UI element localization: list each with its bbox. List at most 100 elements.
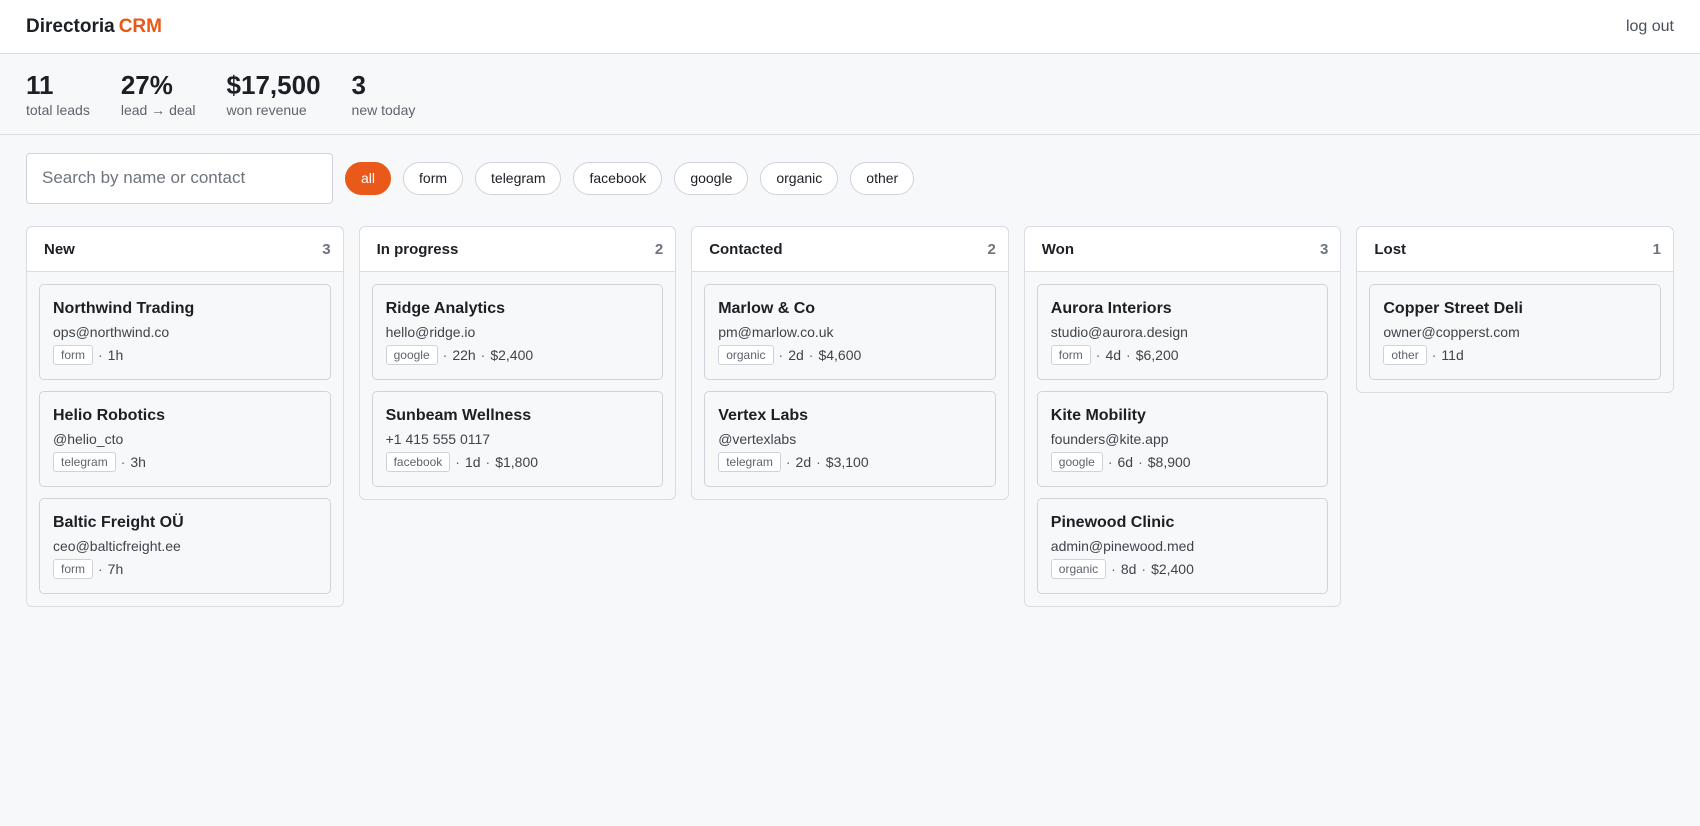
filter-chip-form[interactable]: form bbox=[403, 161, 464, 195]
filter-chip-other[interactable]: other bbox=[850, 161, 915, 195]
source-badge: facebook bbox=[385, 452, 451, 472]
lead-card[interactable]: Aurora Interiors studio@aurora.design form… bbox=[1036, 284, 1329, 380]
stats-bar: 11 total leads 27% lead → deal $17,500 w… bbox=[0, 54, 1700, 135]
lead-name: Sunbeam Wellness bbox=[385, 407, 532, 424]
top-bar: Directoria CRM log out bbox=[0, 0, 1700, 54]
source-badge: organic bbox=[1050, 559, 1107, 579]
column-won: Won 3 Aurora Interiors studio@aurora.design… bbox=[1023, 226, 1342, 607]
lead-card[interactable]: Northwind Trading ops@northwind.co form · 1h bbox=[39, 284, 331, 380]
stat-label: won revenue bbox=[226, 102, 307, 118]
lead-name: Ridge Analytics bbox=[385, 300, 506, 317]
source-badge: form bbox=[53, 345, 93, 365]
lead-contact: @vertexlabs bbox=[718, 431, 797, 447]
lead-age: 1h bbox=[107, 347, 124, 363]
lead-contact: @helio_cto bbox=[53, 431, 124, 447]
filter-chip-google[interactable]: google bbox=[674, 161, 749, 195]
brand-accent: CRM bbox=[118, 15, 162, 37]
stat-value: 27% bbox=[120, 70, 173, 100]
separator-dot: · bbox=[455, 454, 460, 470]
stat-label: new today bbox=[351, 102, 416, 118]
column-header: Lost 1 bbox=[1357, 227, 1673, 272]
source-badge: google bbox=[385, 345, 438, 365]
lead-card[interactable]: Helio Robotics @helio_cto telegram · 3h bbox=[39, 391, 331, 487]
app-logo[interactable]: Directoria CRM bbox=[26, 16, 162, 38]
source-badge: telegram bbox=[53, 452, 116, 472]
card-list: Copper Street Deli owner@copperst.com othe… bbox=[1357, 272, 1673, 380]
stat-total-leads: 11 total leads bbox=[26, 70, 90, 118]
separator-dot: · bbox=[1126, 347, 1131, 363]
lead-card[interactable]: Pinewood Clinic admin@pinewood.med organic… bbox=[1036, 498, 1329, 594]
column-lost: Lost 1 Copper Street Deli owner@copperst.co… bbox=[1356, 226, 1674, 393]
lead-card[interactable]: Copper Street Deli owner@copperst.com othe… bbox=[1369, 284, 1661, 380]
separator-dot: · bbox=[485, 454, 491, 470]
lead-meta: google · 22h · $2,400 bbox=[385, 345, 650, 365]
lead-amount: $3,100 bbox=[825, 454, 869, 470]
source-badge: organic bbox=[718, 345, 774, 365]
lead-card[interactable]: Sunbeam Wellness +1 415 555 0117 facebook ·… bbox=[371, 391, 664, 487]
lead-amount: $4,600 bbox=[818, 347, 862, 363]
source-badge: other bbox=[1383, 345, 1427, 365]
column-count: 1 bbox=[1652, 240, 1661, 258]
lead-contact: ceo@balticfreight.ee bbox=[53, 538, 181, 554]
column-count: 2 bbox=[987, 240, 996, 258]
lead-meta: telegram · 2d · $3,100 bbox=[718, 452, 982, 472]
lead-amount: $2,400 bbox=[490, 347, 534, 363]
lead-contact: owner@copperst.com bbox=[1383, 324, 1520, 340]
lead-contact: admin@pinewood.med bbox=[1050, 538, 1195, 554]
lead-meta: other · 11d bbox=[1383, 345, 1647, 365]
separator-dot: · bbox=[1431, 347, 1437, 363]
separator-dot: · bbox=[120, 454, 126, 470]
lead-contact: studio@aurora.design bbox=[1050, 324, 1188, 340]
lead-card[interactable]: Vertex Labs @vertexlabs telegram · 2d · $3,100 bbox=[704, 391, 996, 487]
separator-dot: · bbox=[1141, 561, 1147, 577]
lead-age: 22h bbox=[452, 347, 476, 363]
column-contacted: Contacted 2 Marlow & Co pm@marlow.co.uk orga… bbox=[691, 226, 1009, 500]
lead-card[interactable]: Baltic Freight OÜ ceo@balticfreight.ee for… bbox=[39, 498, 331, 594]
lead-contact: pm@marlow.co.uk bbox=[718, 324, 834, 340]
lead-amount: $8,900 bbox=[1147, 454, 1191, 470]
column-new: New 3 Northwind Trading ops@northwind.co for… bbox=[26, 226, 344, 607]
lead-amount: $6,200 bbox=[1135, 347, 1179, 363]
lead-age: 6d bbox=[1117, 454, 1134, 470]
lead-contact: founders@kite.app bbox=[1050, 431, 1169, 447]
search-input[interactable] bbox=[26, 152, 333, 204]
lead-contact: +1 415 555 0117 bbox=[385, 431, 491, 447]
column-header: In progress 2 bbox=[359, 227, 676, 272]
filter-chip-telegram[interactable]: telegram bbox=[475, 161, 562, 195]
source-badge: telegram bbox=[718, 452, 781, 472]
lead-meta: form · 1h bbox=[53, 345, 317, 365]
lead-contact: ops@northwind.co bbox=[53, 324, 170, 340]
card-list: Ridge Analytics hello@ridge.io google · 22h ·… bbox=[360, 272, 676, 487]
filter-chip-all[interactable]: all bbox=[345, 161, 392, 195]
lead-card[interactable]: Marlow & Co pm@marlow.co.uk organic · 2d · $4,… bbox=[704, 284, 996, 380]
lead-meta: organic · 2d · $4,600 bbox=[718, 345, 982, 365]
filter-chip-facebook[interactable]: facebook bbox=[573, 161, 663, 195]
filter-chip-organic[interactable]: organic bbox=[760, 161, 839, 195]
lead-meta: google · 6d · $8,900 bbox=[1050, 452, 1315, 472]
lead-card[interactable]: Kite Mobility founders@kite.app google · 6d ·… bbox=[1036, 391, 1329, 487]
column-title: New bbox=[44, 240, 75, 258]
card-list: Northwind Trading ops@northwind.co form · 1h… bbox=[27, 272, 343, 594]
lead-age: 2d bbox=[788, 347, 804, 363]
column-title: Lost bbox=[1374, 240, 1407, 258]
column-in-progress: In progress 2 Ridge Analytics hello@ridge.i… bbox=[358, 226, 677, 500]
filter-bar: allform telegram facebook google organic othe… bbox=[0, 135, 1700, 204]
lead-name: Baltic Freight OÜ bbox=[53, 514, 184, 531]
separator-dot: · bbox=[785, 454, 791, 470]
separator-dot: · bbox=[816, 454, 821, 470]
logout-link[interactable]: log out bbox=[1626, 18, 1674, 36]
lead-age: 11d bbox=[1441, 347, 1464, 363]
kanban-board: New 3 Northwind Trading ops@northwind.co for… bbox=[0, 204, 1700, 607]
lead-meta: facebook · 1d · $1,800 bbox=[385, 452, 650, 472]
source-filter-chips: all form telegram facebook google organic othe… bbox=[345, 161, 915, 195]
lead-name: Pinewood Clinic bbox=[1050, 514, 1175, 531]
lead-name: Northwind Trading bbox=[53, 300, 195, 317]
source-badge: google bbox=[1050, 452, 1103, 472]
lead-name: Marlow & Co bbox=[718, 300, 816, 317]
column-count: 2 bbox=[654, 240, 664, 258]
lead-card[interactable]: Ridge Analytics hello@ridge.io google · 22h ·… bbox=[371, 284, 664, 380]
lead-name: Vertex Labs bbox=[718, 407, 809, 424]
lead-amount: $2,400 bbox=[1151, 561, 1194, 577]
column-count: 3 bbox=[322, 240, 331, 258]
source-badge: form bbox=[53, 559, 93, 579]
